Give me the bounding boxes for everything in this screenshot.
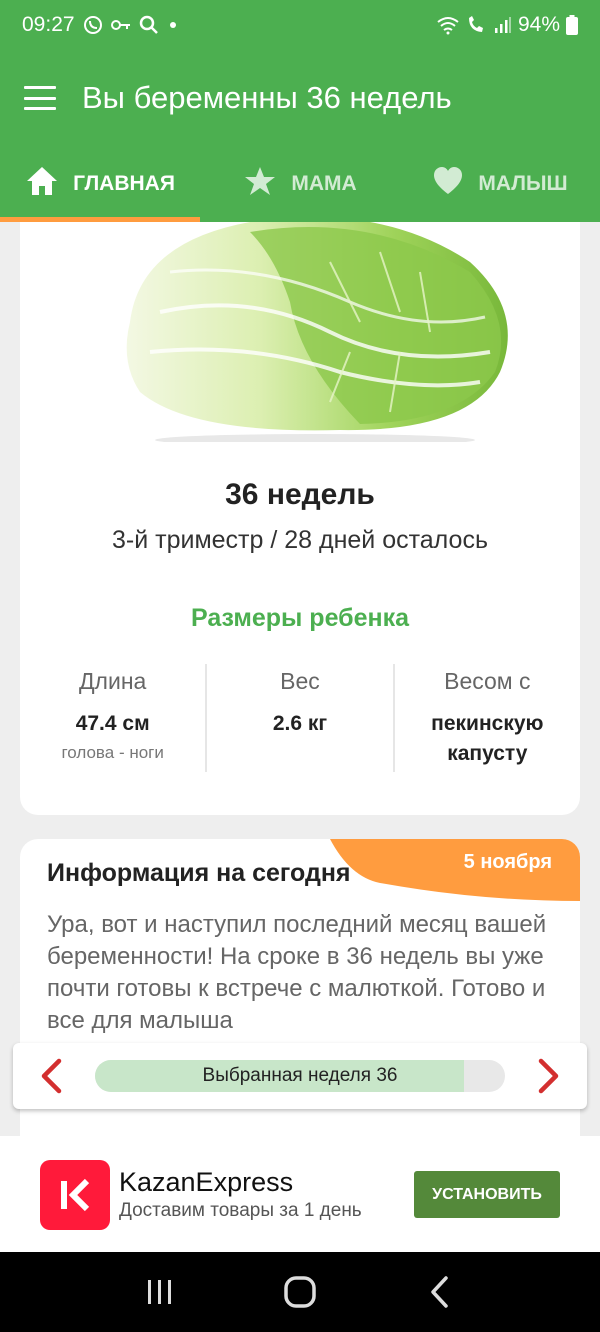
baby-sizes: Длина 47.4 см голова - ноги Вес 2.6 кг В… [20, 664, 580, 772]
system-nav-bar [0, 1252, 600, 1332]
star-icon [243, 165, 277, 203]
tab-baby-label: МАЛЫШ [478, 172, 568, 195]
battery-icon [566, 15, 578, 35]
selected-week-label: Выбранная неделя 36 [202, 1065, 398, 1086]
battery-percent: 94% [517, 13, 560, 36]
tab-mom-label: МАМА [291, 172, 357, 195]
chevron-right-icon [538, 1058, 559, 1094]
hamburger-menu-icon[interactable] [24, 86, 56, 110]
size-length: Длина 47.4 см голова - ноги [20, 664, 205, 772]
app-title: Вы беременны 36 недель [82, 80, 452, 115]
kazanexpress-logo[interactable] [40, 1160, 110, 1230]
install-button[interactable]: УСТАНОВИТЬ [414, 1171, 560, 1218]
home-circle-icon [284, 1276, 316, 1308]
week-selector: Выбранная неделя 36 [13, 1043, 587, 1109]
size-comparison-value: пекинскую капусту [431, 712, 544, 765]
ad-subtitle: Доставим товары за 1 день [119, 1200, 362, 1221]
tab-mom[interactable]: МАМА [200, 146, 400, 222]
next-week-button[interactable] [529, 1056, 569, 1096]
size-comparison-label: Весом с [444, 668, 531, 694]
prev-week-button[interactable] [31, 1056, 71, 1096]
wifi-icon [436, 15, 460, 35]
napa-cabbage-image [126, 222, 508, 442]
date-badge: 5 ноября [463, 851, 552, 873]
heart-icon [432, 166, 464, 202]
info-title: Информация на сегодня [47, 859, 351, 887]
tab-baby[interactable]: МАЛЫШ [400, 146, 600, 222]
size-weight-value: 2.6 кг [272, 712, 328, 735]
recent-apps-button[interactable] [135, 1267, 185, 1317]
size-comparison: Весом с пекинскую капусту [392, 664, 580, 772]
size-length-value: 47.4 см [75, 712, 150, 735]
size-weight: Вес 2.6 кг [205, 664, 392, 772]
status-time: 09:27 [22, 13, 75, 36]
home-button[interactable] [275, 1267, 325, 1317]
home-icon [25, 165, 59, 203]
info-body: Ура, вот и наступил последний месяц ваше… [47, 911, 547, 1034]
baby-sizes-title: Размеры ребенка [190, 604, 410, 632]
week-summary-card: 36 недель 3-й триместр / 28 дней осталос… [20, 222, 580, 815]
search-icon [139, 15, 159, 35]
size-length-sub: голова - ноги [61, 743, 164, 762]
content-scroll-area[interactable]: 36 недель 3-й триместр / 28 дней осталос… [0, 222, 600, 1136]
week-title: 36 недель [225, 478, 375, 511]
ad-banner[interactable]: KazanExpress Доставим товары за 1 день У… [0, 1136, 600, 1252]
chevron-left-icon [41, 1058, 62, 1094]
trimester-text: 3-й триместр / 28 дней осталось [112, 526, 488, 554]
recent-apps-icon [148, 1280, 171, 1304]
tab-home[interactable]: ГЛАВНАЯ [0, 146, 200, 222]
back-button[interactable] [415, 1267, 465, 1317]
size-weight-label: Вес [280, 668, 320, 694]
size-length-label: Длина [78, 668, 147, 694]
app-bar: Вы беременны 36 недель [0, 50, 600, 146]
tab-bar: ГЛАВНАЯ МАМА МАЛЫШ [0, 146, 600, 222]
ad-title[interactable]: KazanExpress [119, 1167, 293, 1198]
status-bar: 09:27 94% [0, 0, 600, 50]
signal-icon [494, 16, 512, 34]
dot-icon [167, 19, 179, 31]
wifi-calling-icon [466, 15, 488, 35]
viber-icon [83, 15, 103, 35]
back-icon [431, 1276, 448, 1308]
key-icon [110, 18, 131, 32]
week-progress-bar[interactable]: Выбранная неделя 36 [95, 1060, 505, 1092]
tab-home-label: ГЛАВНАЯ [73, 172, 175, 195]
